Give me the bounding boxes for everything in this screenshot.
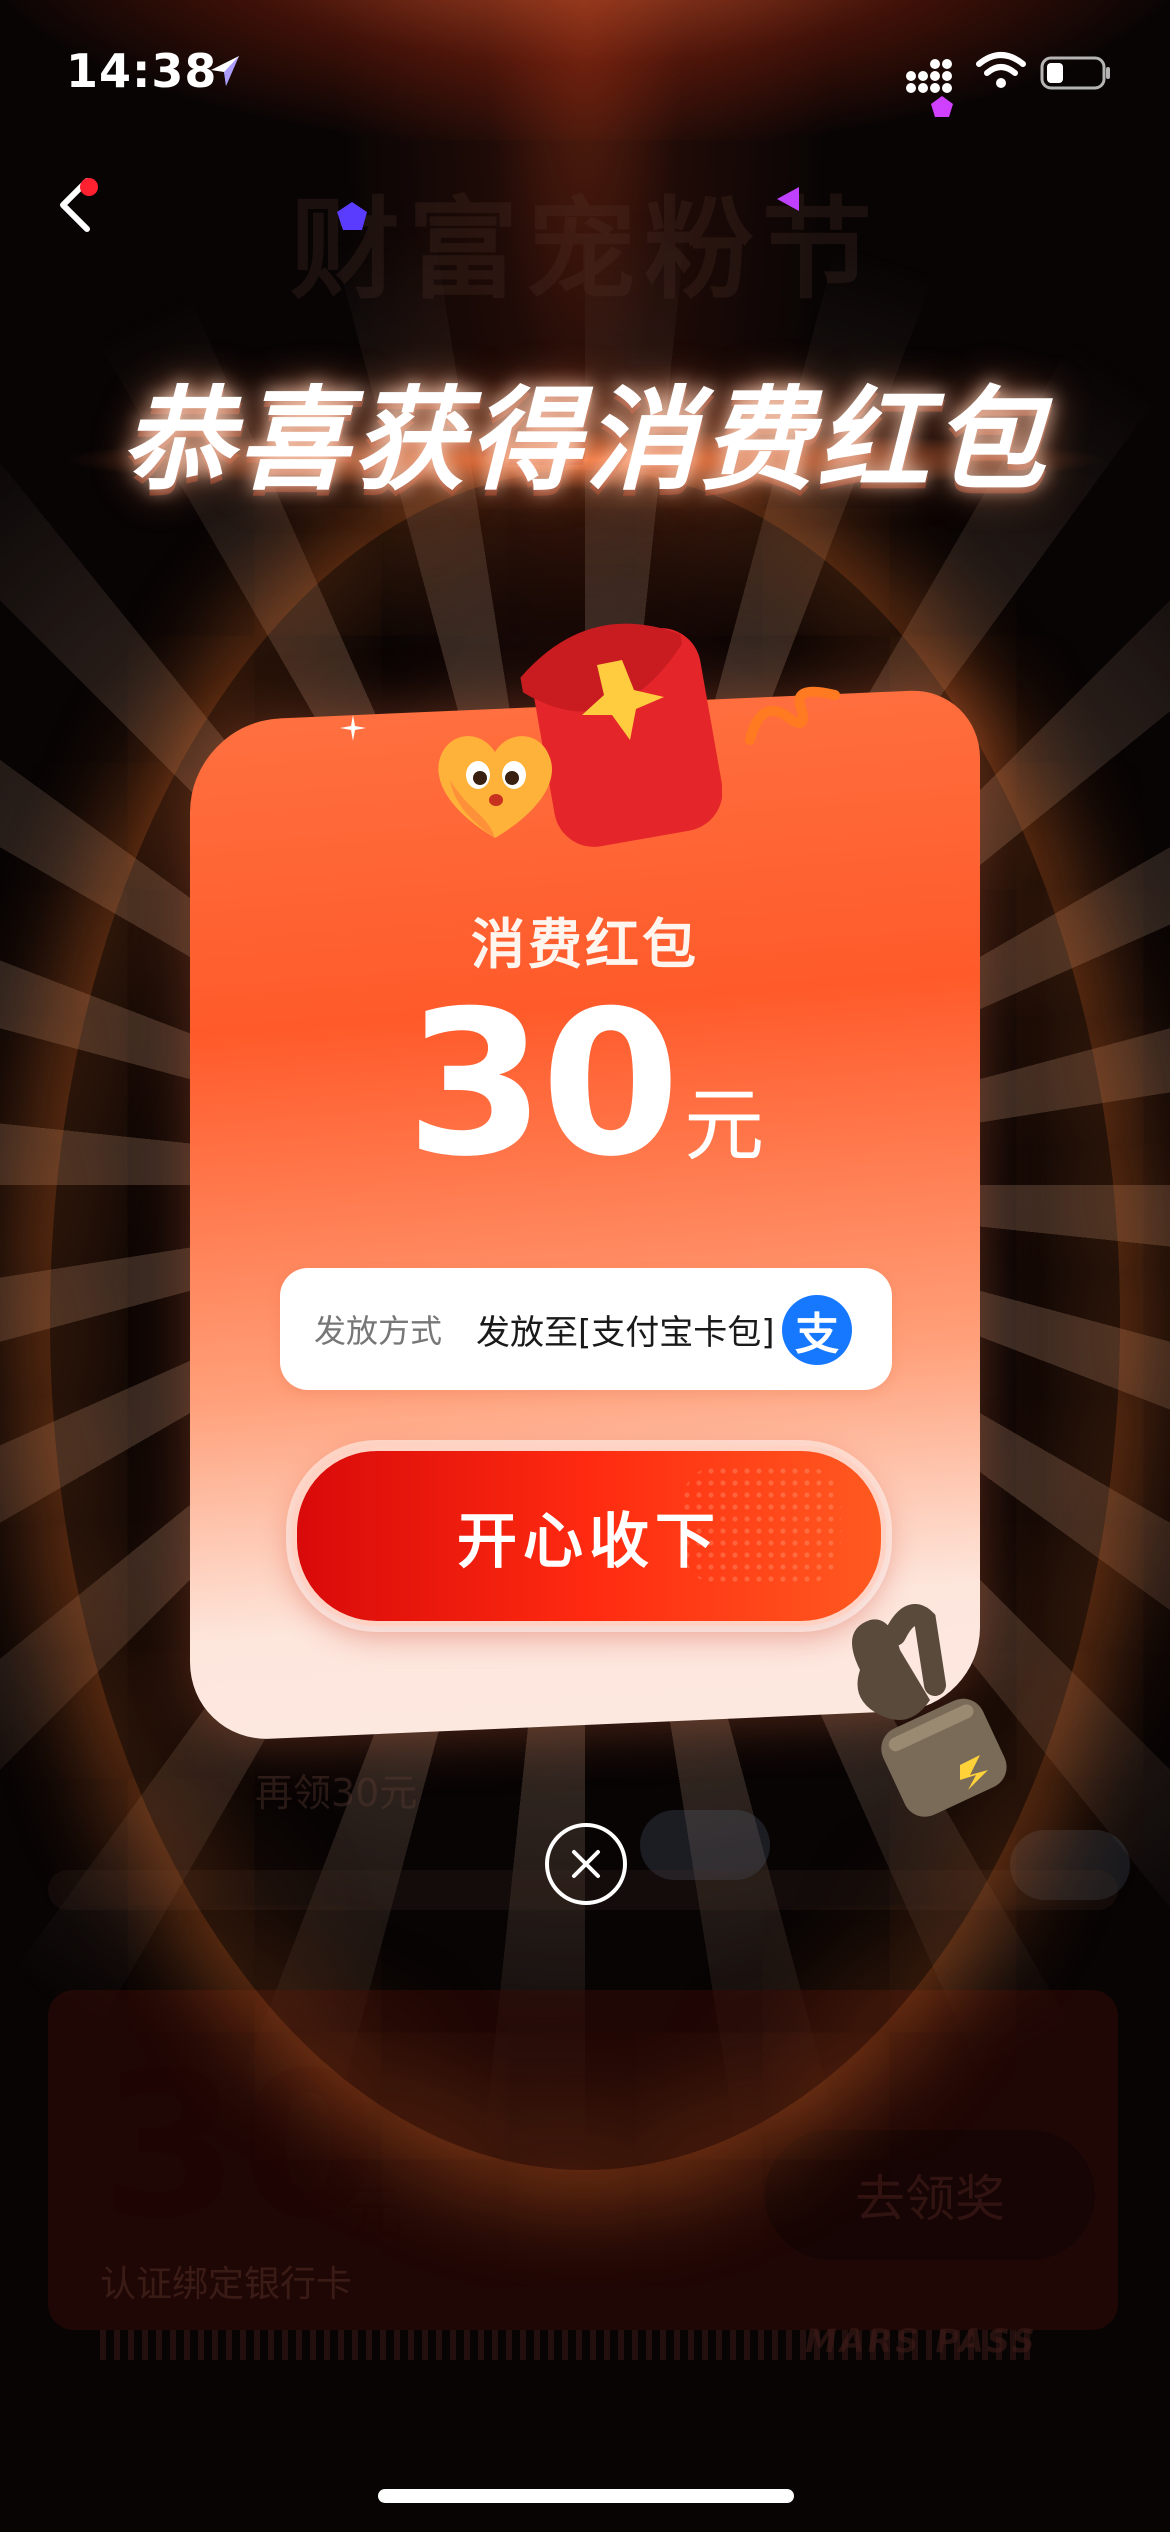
- headline: 恭喜获得消费红包: [121, 376, 1049, 506]
- method-label: 发放方式: [314, 1312, 443, 1350]
- confetti-icon: [777, 187, 799, 211]
- battery-icon: [1040, 56, 1110, 90]
- distribution-method-row: 发放方式 发放至[支付宝卡包] 支: [280, 1268, 892, 1390]
- ribbon-icon: [745, 686, 840, 745]
- amount-unit: 元: [684, 1079, 765, 1172]
- amount: 30 元: [190, 985, 980, 1185]
- close-button[interactable]: [545, 1823, 627, 1905]
- accept-button[interactable]: 开心收下: [292, 1446, 886, 1626]
- heart-icon: [438, 736, 552, 838]
- amount-value: 30: [405, 968, 680, 1201]
- home-indicator[interactable]: [378, 2489, 794, 2503]
- screen: 财富宠粉节 再领30元 30 元 认证绑定银行卡 去领奖 MARS PASS 1…: [0, 0, 1170, 2532]
- confetti-icon: [337, 202, 367, 230]
- hand-icon: [852, 1604, 1007, 1817]
- wifi-icon: [976, 52, 1026, 88]
- location-arrow-icon: [211, 56, 239, 86]
- close-icon: [572, 1850, 600, 1878]
- accept-button-label: 开心收下: [457, 1506, 721, 1577]
- notification-dot: [80, 178, 98, 196]
- signal-icon: [906, 59, 952, 93]
- back-button[interactable]: [40, 170, 110, 240]
- status-time: 14:38: [66, 44, 218, 98]
- method-value: 发放至[支付宝卡包]: [476, 1312, 775, 1353]
- alipay-icon: 支: [782, 1295, 852, 1365]
- sparkle-icon: [340, 715, 366, 741]
- confetti-icon: [931, 96, 953, 117]
